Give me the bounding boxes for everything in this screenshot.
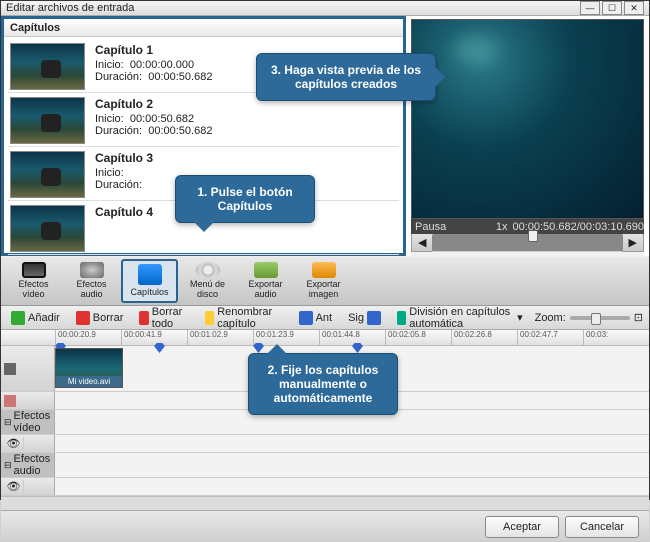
chapter-thumbnail [10, 43, 85, 90]
export-image-icon [312, 262, 336, 278]
export-audio-button[interactable]: Exportar audio [237, 259, 294, 303]
zoom-label: Zoom: [535, 312, 566, 324]
video-fx-track-header[interactable]: 👁 [1, 435, 55, 452]
disc-icon [196, 262, 220, 278]
chapter-thumbnail [10, 205, 85, 252]
audio-fx-track-header[interactable]: 👁 [1, 478, 55, 495]
delete-chapter-button[interactable]: Borrar [72, 309, 128, 327]
plus-icon [11, 311, 25, 325]
time-position: 00:00:50.682 [512, 221, 576, 233]
accept-button[interactable]: Aceptar [485, 516, 559, 538]
maximize-button[interactable]: ☐ [602, 1, 622, 15]
time-total: 00:03:10.690 [580, 221, 644, 233]
audio-fx-group-header[interactable]: ⊟ Efectos audio [1, 453, 55, 477]
next-chapter-button[interactable]: Sig [344, 309, 385, 327]
video-preview [411, 19, 644, 219]
chapter-name: Capítulo 3 [95, 151, 153, 165]
transition-icon [4, 395, 16, 407]
video-clip[interactable]: Mi video.avi [55, 348, 123, 388]
chapters-button[interactable]: Capítulos [121, 259, 178, 303]
chapter-marker[interactable] [154, 343, 165, 353]
chapter-thumbnail [10, 97, 85, 144]
video-track-header[interactable] [1, 346, 55, 391]
audio-fx-track[interactable] [55, 478, 649, 495]
video-effects-button[interactable]: Efectos vídeo [5, 259, 62, 303]
chapters-icon [138, 264, 162, 286]
seek-end-icon[interactable]: ▶ [629, 236, 637, 249]
clear-icon [139, 311, 148, 325]
delete-icon [76, 311, 90, 325]
tooltip-step-3: 3. Haga vista previa de los capítulos cr… [256, 53, 436, 101]
chapter-item[interactable]: Capítulo 2 Inicio: 00:00:50.682 Duración… [8, 95, 399, 147]
chapters-tab[interactable]: Capítulos [4, 19, 403, 37]
tooltip-step-2: 2. Fije los capítulos manualmente o auto… [248, 353, 398, 415]
clear-chapters-button[interactable]: Borrar todo [135, 304, 192, 332]
export-audio-icon [254, 262, 278, 278]
zoom-fit-icon[interactable]: ⊡ [634, 311, 643, 324]
seek-bar[interactable]: ◀ ▶ [411, 234, 644, 252]
cancel-button[interactable]: Cancelar [565, 516, 639, 538]
audio-effects-button[interactable]: Efectos audio [63, 259, 120, 303]
timeline-ruler[interactable]: 00:00:20.900:00:41.900:01:02.900:01:23.9… [1, 330, 649, 346]
chapter-thumbnail [10, 151, 85, 198]
video-fx-track[interactable] [55, 435, 649, 452]
zoom-slider[interactable] [570, 316, 630, 320]
chapter-marker[interactable] [253, 343, 264, 353]
auto-split-button[interactable]: División en capítulos automática▾ [393, 304, 527, 332]
playback-state: Pausa [415, 221, 446, 233]
transition-track-header[interactable] [1, 392, 55, 409]
film-icon [4, 363, 16, 375]
tooltip-step-1: 1. Pulse el botón Capítulos [175, 175, 315, 223]
export-image-button[interactable]: Exportar imagen [295, 259, 352, 303]
add-chapter-button[interactable]: Añadir [7, 309, 64, 327]
chapter-marker[interactable] [352, 343, 363, 353]
seek-start-icon[interactable]: ◀ [418, 236, 426, 249]
auto-chapter-icon [397, 311, 406, 325]
timeline-scrollbar[interactable] [1, 496, 649, 510]
disc-menu-button[interactable]: Menú de disco [179, 259, 236, 303]
chevron-down-icon: ▾ [517, 311, 523, 324]
arrow-right-icon [367, 311, 381, 325]
minimize-button[interactable]: — [580, 1, 600, 15]
rename-icon [205, 311, 214, 325]
arrow-left-icon [299, 311, 313, 325]
window-title: Editar archivos de entrada [6, 2, 578, 14]
playback-rate: 1x [496, 221, 508, 233]
seek-knob[interactable] [528, 230, 538, 242]
prev-chapter-button[interactable]: Ant [295, 309, 337, 327]
chapter-name: Capítulo 4 [95, 205, 153, 219]
rename-chapter-button[interactable]: Renombrar capítulo [201, 304, 287, 332]
film-icon [22, 262, 46, 278]
speaker-icon [80, 262, 104, 278]
close-button[interactable]: ✕ [624, 1, 644, 15]
eye-icon[interactable]: 👁 [4, 480, 24, 493]
eye-icon[interactable]: 👁 [4, 437, 24, 450]
chapter-name: Capítulo 1 [95, 43, 212, 57]
chapter-name: Capítulo 2 [95, 97, 212, 111]
video-fx-group-header[interactable]: ⊟ Efectos vídeo [1, 410, 55, 434]
